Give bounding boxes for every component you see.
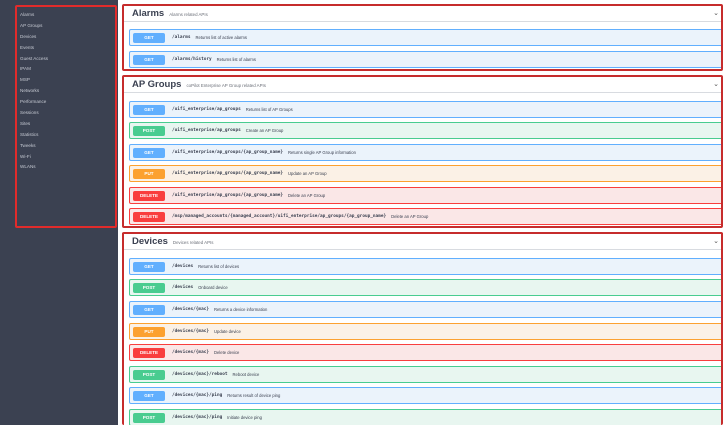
method-badge: POST <box>133 369 165 380</box>
operation-summary: Returns a device information <box>214 307 268 312</box>
sidebar-item-ipam[interactable]: IPAM <box>20 64 115 75</box>
operation-summary: Onboard device <box>198 285 228 290</box>
section-ap-groups: AP Groups coPilot Enterprise AP Group re… <box>122 75 723 228</box>
operation-row[interactable]: POST /uifi_enterprise/ap_groups Create a… <box>129 122 721 139</box>
operation-row[interactable]: PUT /uifi_enterprise/ap_groups/{ap_group… <box>129 165 721 182</box>
section-title: Devices <box>132 236 168 247</box>
section-header[interactable]: Devices Devices related APIs ⌄ <box>124 234 721 250</box>
operation-summary: Returns list of AP Groups <box>245 107 293 112</box>
section-devices: Devices Devices related APIs ⌄ GET /devi… <box>122 232 723 425</box>
method-badge: POST <box>133 412 165 423</box>
section-title: AP Groups <box>132 79 182 90</box>
sidebar: Alarms AP Groups Devices Events Guest Ac… <box>0 0 118 425</box>
method-badge: GET <box>133 104 165 115</box>
operation-row[interactable]: GET /uifi_enterprise/ap_groups Returns l… <box>129 101 721 118</box>
operation-path: /devices/{mac} <box>172 350 210 355</box>
sidebar-item-wi-fi[interactable]: Wi-Fi <box>20 152 115 163</box>
chevron-down-icon[interactable]: ⌄ <box>713 238 719 246</box>
operation-row[interactable]: GET /uifi_enterprise/ap_groups/{ap_group… <box>129 144 721 161</box>
operation-summary: Returns list of devices <box>198 264 240 269</box>
main-content: Alarms Alarms related APIs ⌄ GET /alarms… <box>118 0 723 425</box>
method-badge: PUT <box>133 168 165 179</box>
operation-path: /uifi_enterprise/ap_groups <box>172 107 241 112</box>
sidebar-item-performance[interactable]: Performance <box>20 97 115 108</box>
section-alarms: Alarms Alarms related APIs ⌄ GET /alarms… <box>122 4 723 71</box>
operation-path: /msp/managed_accounts/{managed_account}/… <box>172 214 387 219</box>
method-badge: GET <box>133 54 165 65</box>
operation-path: /uifi_enterprise/ap_groups <box>172 128 241 133</box>
operation-path: /devices/{mac}/ping <box>172 393 223 398</box>
operation-summary: Returns list of alarms <box>216 57 256 62</box>
operation-path: /devices <box>172 285 194 290</box>
operation-summary: Returns single AP Group information <box>288 150 356 155</box>
operation-row[interactable]: GET /devices Returns list of devices <box>129 258 721 275</box>
operation-summary: Initiate device ping <box>227 415 262 420</box>
sidebar-item-wlans[interactable]: WLANs <box>20 162 115 173</box>
operation-summary: Update device <box>214 329 241 334</box>
sidebar-item-tweeks[interactable]: Tweeks <box>20 141 115 152</box>
operation-row[interactable]: GET /devices/{mac}/ping Returns result o… <box>129 387 721 404</box>
operation-row[interactable]: POST /devices Onboard device <box>129 279 721 296</box>
operation-path: /devices/{mac}/ping <box>172 415 223 420</box>
operation-summary: Reboot device <box>232 372 260 377</box>
chevron-down-icon[interactable]: ⌄ <box>713 10 719 18</box>
operation-row[interactable]: GET /devices/{mac} Returns a device info… <box>129 301 721 318</box>
operation-row[interactable]: GET /alarms Returns list of active alarm… <box>129 29 721 46</box>
method-badge: POST <box>133 282 165 293</box>
chevron-down-icon[interactable]: ⌄ <box>713 81 719 89</box>
method-badge: DELETE <box>133 211 165 222</box>
sidebar-item-msp[interactable]: MSP <box>20 75 115 86</box>
section-header[interactable]: Alarms Alarms related APIs ⌄ <box>124 6 721 22</box>
sidebar-item-sessions[interactable]: Sessions <box>20 108 115 119</box>
operation-row[interactable]: DELETE /devices/{mac} Delete device <box>129 344 721 361</box>
section-description: coPilot Enterprise AP Group related APIs <box>186 83 266 88</box>
operation-summary: Delete an AP Group <box>288 193 326 198</box>
section-description: Devices related APIs <box>172 240 214 245</box>
method-badge: GET <box>133 390 165 401</box>
operation-path: /alarms/history <box>172 57 212 62</box>
method-badge: POST <box>133 125 165 136</box>
method-badge: DELETE <box>133 347 165 358</box>
sidebar-nav: Alarms AP Groups Devices Events Guest Ac… <box>15 5 117 228</box>
method-badge: GET <box>133 32 165 43</box>
operation-path: /devices/{mac} <box>172 307 210 312</box>
operation-path: /devices <box>172 264 194 269</box>
operation-row[interactable]: GET /alarms/history Returns list of alar… <box>129 51 721 68</box>
sidebar-item-sites[interactable]: Sites <box>20 119 115 130</box>
sidebar-item-ap-groups[interactable]: AP Groups <box>20 21 115 32</box>
section-header[interactable]: AP Groups coPilot Enterprise AP Group re… <box>124 77 721 93</box>
section-title: Alarms <box>132 8 165 19</box>
operation-row[interactable]: POST /devices/{mac}/ping Initiate device… <box>129 409 721 425</box>
operation-path: /alarms <box>172 35 191 40</box>
sidebar-item-alarms[interactable]: Alarms <box>20 10 115 21</box>
operation-summary: Update an AP Group <box>288 171 327 176</box>
sidebar-item-statistics[interactable]: Statistics <box>20 130 115 141</box>
operation-summary: Create an AP Group <box>245 128 284 133</box>
operation-path: /devices/{mac}/reboot <box>172 372 228 377</box>
operation-summary: Delete device <box>214 350 240 355</box>
method-badge: GET <box>133 304 165 315</box>
operation-summary: Returns list of active alarms <box>195 35 247 40</box>
section-description: Alarms related APIs <box>169 12 208 17</box>
operation-path: /devices/{mac} <box>172 329 210 334</box>
sidebar-item-networks[interactable]: Networks <box>20 86 115 97</box>
operation-row[interactable]: POST /devices/{mac}/reboot Reboot device <box>129 366 721 383</box>
operation-path: /uifi_enterprise/ap_groups/{ap_group_nam… <box>172 171 284 176</box>
operation-path: /uifi_enterprise/ap_groups/{ap_group_nam… <box>172 150 284 155</box>
operation-row[interactable]: DELETE /msp/managed_accounts/{managed_ac… <box>129 208 721 225</box>
sidebar-item-devices[interactable]: Devices <box>20 32 115 43</box>
method-badge: GET <box>133 261 165 272</box>
operation-summary: Returns result of device ping <box>227 393 281 398</box>
method-badge: DELETE <box>133 190 165 201</box>
operation-summary: Delete an AP Group <box>391 214 429 219</box>
operation-row[interactable]: DELETE /uifi_enterprise/ap_groups/{ap_gr… <box>129 187 721 204</box>
method-badge: PUT <box>133 326 165 337</box>
method-badge: GET <box>133 147 165 158</box>
operation-row[interactable]: PUT /devices/{mac} Update device <box>129 323 721 340</box>
sidebar-item-guest-access[interactable]: Guest Access <box>20 54 115 65</box>
sidebar-item-events[interactable]: Events <box>20 43 115 54</box>
operation-path: /uifi_enterprise/ap_groups/{ap_group_nam… <box>172 193 284 198</box>
